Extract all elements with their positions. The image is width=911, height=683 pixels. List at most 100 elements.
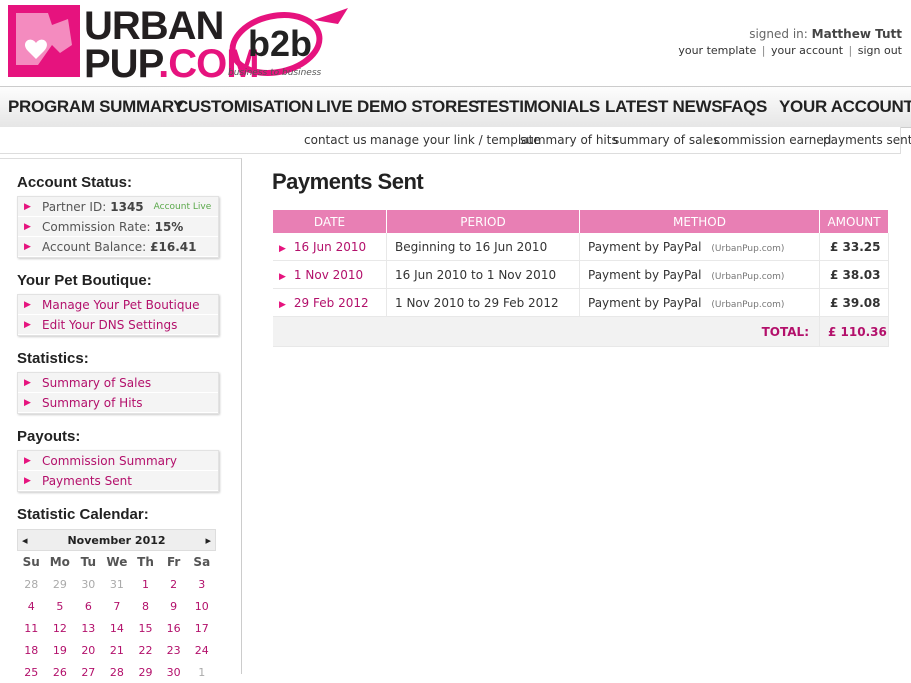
calendar-day[interactable]: 22: [131, 639, 159, 661]
payment-amount: £ 38.03: [819, 260, 889, 289]
nav-your-account[interactable]: YOUR ACCOUNT: [779, 97, 911, 117]
calendar-day[interactable]: 26: [45, 661, 74, 683]
calendar-day[interactable]: 27: [74, 661, 102, 683]
calendar-day[interactable]: 1: [131, 573, 159, 595]
sidebar-item-summary-hits[interactable]: ▶ Summary of Hits: [18, 393, 218, 413]
arrow-icon: ▶: [24, 299, 31, 310]
calendar-day[interactable]: 5: [45, 595, 74, 617]
column-header-amount: AMOUNT: [819, 210, 889, 233]
logo-pup: PUP: [84, 42, 159, 86]
dow-label: Th: [137, 555, 154, 569]
calendar-day[interactable]: 28: [102, 661, 131, 683]
sidebar-item-summary-sales[interactable]: ▶ Summary of Sales: [18, 373, 218, 393]
payment-method: Payment by PayPal (UrbanPup.com): [579, 260, 820, 289]
calendar-day[interactable]: 30: [160, 661, 188, 683]
calendar-day: 30: [81, 577, 96, 591]
calendar-day[interactable]: 29: [131, 661, 159, 683]
sidebar-item-commission-summary[interactable]: ▶ Commission Summary: [18, 451, 218, 471]
sidebar-item-label: Summary of Sales: [42, 375, 152, 390]
payment-method: Payment by PayPal (UrbanPup.com): [579, 233, 820, 261]
separator: |: [761, 44, 766, 57]
calendar-day: 31: [109, 577, 124, 591]
calendar-day[interactable]: 6: [74, 595, 102, 617]
method-text: Payment by PayPal: [588, 239, 702, 254]
sidebar-item-label: Manage Your Pet Boutique: [42, 297, 200, 312]
sidebar-item-payments-sent[interactable]: ▶ Payments Sent: [18, 471, 218, 491]
payment-period: Beginning to 16 Jun 2010: [386, 233, 580, 261]
calendar-day[interactable]: 24: [188, 639, 216, 661]
payment-date-link[interactable]: ▶ 16 Jun 2010: [273, 233, 387, 261]
calendar-day[interactable]: 17: [188, 617, 216, 639]
calendar-day[interactable]: 11: [17, 617, 45, 639]
nav-latest-news[interactable]: LATEST NEWS: [605, 97, 723, 117]
nav-customisation[interactable]: CUSTOMISATION: [176, 97, 313, 117]
dow-label: We: [106, 555, 128, 569]
calendar-day[interactable]: 2: [160, 573, 188, 595]
arrow-icon: ▶: [24, 397, 31, 408]
calendar-prev-button[interactable]: ◂: [22, 534, 28, 547]
payouts-box: ▶ Commission Summary ▶ Payments Sent: [17, 450, 219, 492]
subnav-commission-earned[interactable]: commission earned: [714, 133, 831, 147]
urbanpup-logo-icon[interactable]: [8, 5, 80, 77]
payment-amount: £ 33.25: [819, 233, 889, 261]
calendar-day: 28: [24, 577, 39, 591]
your-template-link[interactable]: your template: [678, 44, 756, 57]
calendar-day[interactable]: 8: [131, 595, 159, 617]
sidebar-item-edit-dns[interactable]: ▶ Edit Your DNS Settings: [18, 315, 218, 335]
sub-nav: contact us manage your link / template s…: [0, 127, 911, 154]
table-row: ▶ 16 Jun 2010 Beginning to 16 Jun 2010 Pa…: [273, 233, 889, 261]
calendar-day[interactable]: 21: [102, 639, 131, 661]
commission-rate-row: ▶ Commission Rate: 15%: [18, 217, 218, 237]
page-title: Payments Sent: [272, 169, 424, 194]
method-source: (UrbanPup.com): [711, 243, 785, 254]
nav-program-summary[interactable]: PROGRAM SUMMARY: [8, 97, 185, 117]
nav-testimonials[interactable]: TESTIMONIALS: [477, 97, 600, 117]
calendar-next-button[interactable]: ▸: [205, 534, 211, 547]
subnav-manage-link[interactable]: manage your link / template: [370, 133, 541, 147]
arrow-icon: ▶: [24, 455, 31, 466]
sidebar-item-label: Payments Sent: [42, 473, 132, 488]
calendar-day[interactable]: 25: [17, 661, 45, 683]
payment-date-link[interactable]: ▶ 29 Feb 2012: [273, 288, 387, 317]
calendar-day[interactable]: 18: [17, 639, 45, 661]
column-header-period: PERIOD: [386, 210, 580, 233]
calendar-week: 11 12 13 14 15 16 17: [17, 617, 216, 639]
account-balance-label: Account Balance:: [42, 239, 147, 254]
sign-out-link[interactable]: sign out: [858, 44, 902, 57]
calendar-day[interactable]: 9: [160, 595, 188, 617]
nav-live-demo-stores[interactable]: LIVE DEMO STORES: [316, 97, 479, 117]
calendar-day[interactable]: 20: [74, 639, 102, 661]
dow-label: Tu: [80, 555, 97, 569]
your-account-link[interactable]: your account: [771, 44, 843, 57]
calendar-day[interactable]: 13: [74, 617, 102, 639]
calendar-day[interactable]: 14: [102, 617, 131, 639]
subnav-summary-sales[interactable]: summary of sales: [613, 133, 719, 147]
payment-amount: £ 39.08: [819, 288, 889, 317]
header: URBAN PUP.COM b2b business to business s…: [0, 0, 911, 86]
calendar-day: 29: [52, 577, 67, 591]
calendar-day[interactable]: 19: [45, 639, 74, 661]
calendar-day[interactable]: 15: [131, 617, 159, 639]
payment-date-link[interactable]: ▶ 1 Nov 2010: [273, 260, 387, 289]
payments-table: DATE PERIOD METHOD AMOUNT ▶ 16 Jun 2010 B…: [273, 210, 889, 347]
calendar-day[interactable]: 7: [102, 595, 131, 617]
arrow-icon: ▶: [279, 243, 286, 254]
nav-faqs[interactable]: FAQS: [722, 97, 767, 117]
method-source: (UrbanPup.com): [711, 299, 785, 310]
subnav-payments-sent[interactable]: payments sent: [823, 133, 911, 147]
calendar-day[interactable]: 12: [45, 617, 74, 639]
calendar-day[interactable]: 16: [160, 617, 188, 639]
sidebar-item-manage-boutique[interactable]: ▶ Manage Your Pet Boutique: [18, 295, 218, 315]
table-row: ▶ 1 Nov 2010 16 Jun 2010 to 1 Nov 2010 Pa…: [273, 260, 889, 289]
signed-in-label: signed in:: [749, 27, 808, 41]
subnav-summary-hits[interactable]: summary of hits: [520, 133, 618, 147]
calendar-day[interactable]: 23: [160, 639, 188, 661]
calendar-day[interactable]: 3: [188, 573, 216, 595]
calendar-day[interactable]: 4: [17, 595, 45, 617]
payment-period: 1 Nov 2010 to 29 Feb 2012: [386, 288, 580, 317]
calendar-grid: Su Mo Tu We Th Fr Sa 28 29 30 31 1 2 3 4…: [17, 551, 216, 683]
b2b-tagline: business to business: [228, 68, 322, 78]
calendar-day[interactable]: 10: [188, 595, 216, 617]
sidebar: Account Status: ▶ Partner ID: 1345 Accou…: [0, 158, 242, 679]
subnav-contact-us[interactable]: contact us: [304, 133, 367, 147]
